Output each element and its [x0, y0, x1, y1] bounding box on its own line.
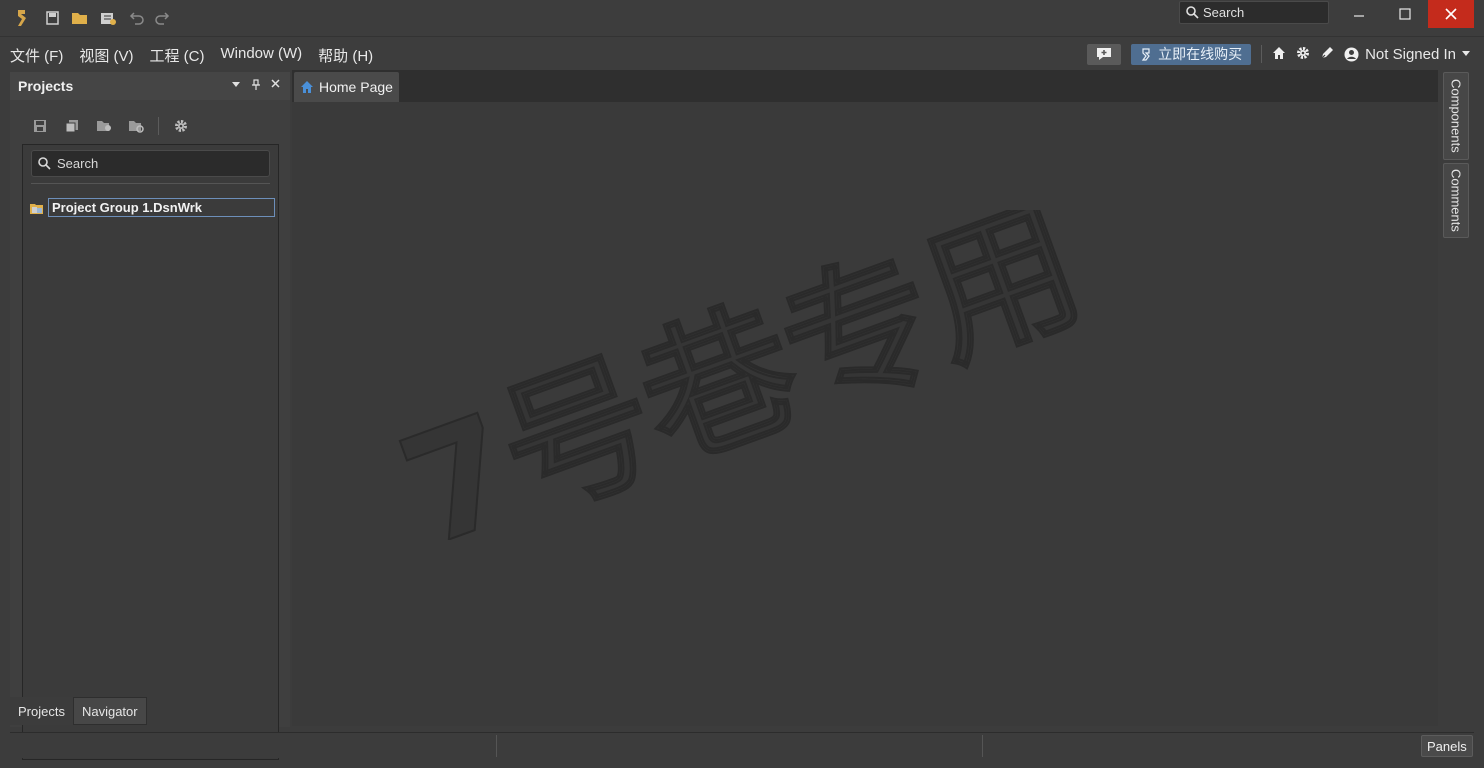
panel-close-icon[interactable] [271, 79, 280, 91]
side-tab-components-label: Components [1448, 79, 1464, 153]
projects-search-placeholder: Search [57, 156, 99, 171]
user-account-menu[interactable]: Not Signed In [1344, 46, 1470, 63]
menu-bar: 文件 (F) 视图 (V) 工程 (C) Window (W) 帮助 (H) 立… [0, 36, 1484, 70]
projects-panel: Projects Search Project Group 1.DsnWrk [10, 72, 290, 760]
minimize-icon [1354, 15, 1364, 17]
project-options-icon[interactable] [94, 116, 114, 136]
chevron-down-icon [1462, 51, 1470, 56]
global-search-input[interactable]: Search [1179, 1, 1329, 24]
close-icon [1445, 8, 1457, 20]
watermark-text: 7号巷专用 [381, 210, 1102, 540]
maximize-icon [1399, 8, 1411, 20]
close-button[interactable] [1428, 0, 1474, 28]
toolbar-divider [1261, 45, 1263, 63]
projects-toolbar [30, 116, 191, 136]
status-bar: Panels [10, 732, 1474, 758]
toolbar-divider [158, 117, 159, 135]
tab-home-page[interactable]: Home Page [294, 72, 399, 102]
menu-view[interactable]: 视图 (V) [79, 45, 133, 66]
panel-menu-dropdown-icon[interactable] [232, 79, 240, 91]
shopping-tag-icon [1141, 48, 1150, 61]
open-folder-icon[interactable] [70, 8, 90, 28]
menu-help[interactable]: 帮助 (H) [318, 45, 373, 66]
document-tab-bar: Home Page [292, 70, 1438, 102]
watermark-logo: 7号巷专用 [380, 210, 1103, 540]
app-logo-icon [12, 8, 32, 28]
projects-panel-title: Projects [18, 78, 74, 94]
tree-item-project-group[interactable]: Project Group 1.DsnWrk [29, 198, 275, 217]
menu-file[interactable]: 文件 (F) [10, 45, 63, 66]
maximize-button[interactable] [1382, 0, 1428, 28]
global-search-placeholder: Search [1203, 5, 1245, 20]
status-divider [982, 735, 983, 757]
home-icon[interactable] [1272, 46, 1286, 63]
copy-icon[interactable] [62, 116, 82, 136]
add-comment-button[interactable] [1087, 43, 1122, 65]
user-account-label: Not Signed In [1365, 45, 1456, 63]
side-tab-comments[interactable]: Comments [1443, 163, 1469, 238]
projects-panel-header: Projects [10, 72, 290, 100]
tab-home-page-label: Home Page [319, 79, 393, 95]
pin-icon[interactable] [251, 79, 261, 94]
save-all-icon[interactable] [42, 8, 62, 28]
project-settings-icon[interactable] [126, 116, 146, 136]
panels-button[interactable]: Panels [1421, 735, 1473, 757]
panel-bottom-tabs: Projects Navigator [10, 697, 147, 725]
gear-icon[interactable] [171, 116, 191, 136]
tab-navigator[interactable]: Navigator [72, 697, 147, 725]
buy-online-button[interactable]: 立即在线购买 [1131, 43, 1252, 65]
buy-online-label: 立即在线购买 [1158, 46, 1243, 62]
search-icon [1186, 6, 1199, 19]
side-tab-components[interactable]: Components [1443, 72, 1469, 160]
menu-window[interactable]: Window (W) [221, 45, 303, 66]
projects-search-input[interactable]: Search [31, 150, 270, 177]
save-icon[interactable] [30, 116, 50, 136]
redo-icon[interactable] [153, 8, 173, 28]
gear-icon[interactable] [1296, 46, 1310, 63]
tree-item-label: Project Group 1.DsnWrk [48, 198, 275, 217]
menu-project[interactable]: 工程 (C) [150, 45, 205, 66]
title-bar: Search [0, 0, 1484, 36]
side-tab-comments-label: Comments [1448, 169, 1464, 232]
open-project-icon[interactable] [98, 8, 118, 28]
minimize-button[interactable] [1336, 0, 1382, 28]
user-avatar-icon [1344, 47, 1359, 61]
search-divider [31, 183, 270, 184]
pen-tool-icon[interactable] [1320, 46, 1334, 63]
project-group-icon [30, 203, 43, 214]
search-icon [38, 157, 51, 170]
tab-projects[interactable]: Projects [10, 697, 73, 725]
undo-icon[interactable] [126, 8, 146, 28]
status-divider [496, 735, 497, 757]
add-comment-icon [1097, 48, 1112, 60]
home-icon [301, 81, 313, 93]
projects-tree-container: Search Project Group 1.DsnWrk [22, 144, 279, 760]
